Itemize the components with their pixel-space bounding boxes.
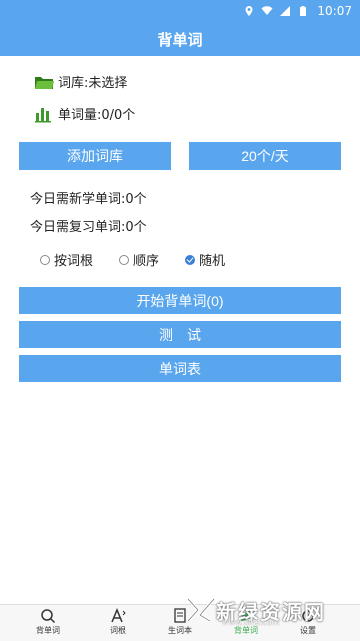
nav-item-roots[interactable]: 词根 <box>88 607 148 636</box>
status-icons: 10:07 <box>243 4 352 18</box>
words-per-day-button[interactable]: 20个/天 <box>189 142 341 170</box>
radio-indicator <box>185 254 196 265</box>
wordbook-row[interactable]: 词库:未选择 <box>34 72 127 91</box>
start-learning-button[interactable]: 开始背单词(0) <box>19 287 341 314</box>
watermark-logo-icon <box>186 597 216 623</box>
search-icon <box>41 609 56 624</box>
site-watermark: 新绿资源网 www.xihs.com <box>186 590 356 630</box>
signal-icon <box>280 6 291 16</box>
status-bar: 10:07 <box>0 0 360 24</box>
nav-item-memorize[interactable]: 背单词 <box>18 607 78 636</box>
radio-label: 顺序 <box>133 254 160 269</box>
radio-label: 按词根 <box>54 254 94 269</box>
add-library-button[interactable]: 添加词库 <box>19 142 171 170</box>
order-options: 按词根 顺序 随机 <box>40 250 251 269</box>
radio-by-root[interactable]: 按词根 <box>40 250 93 269</box>
test-button[interactable]: 测 试 <box>19 321 341 348</box>
watermark-url: www.xihs.com <box>222 618 280 627</box>
location-icon <box>245 6 253 16</box>
bar-chart-icon <box>35 107 51 122</box>
battery-icon <box>300 6 307 16</box>
radio-indicator <box>119 254 130 265</box>
word-list-button[interactable]: 单词表 <box>19 355 341 382</box>
radio-sequential[interactable]: 顺序 <box>119 250 159 269</box>
folder-icon <box>35 76 54 89</box>
radio-label: 随机 <box>199 254 226 269</box>
nav-label: 背单词 <box>36 626 60 635</box>
word-count-row: 单词量:0/0个 <box>34 104 135 123</box>
new-words-today: 今日需新学单词:0个 <box>30 192 147 207</box>
wordbook-label: 词库:未选择 <box>58 76 128 91</box>
nav-label: 词根 <box>110 626 126 635</box>
review-words-today: 今日需复习单词:0个 <box>30 220 147 235</box>
radio-indicator <box>40 254 50 265</box>
radio-random[interactable]: 随机 <box>185 250 225 269</box>
status-time: 10:07 <box>317 4 352 18</box>
word-count-label: 单词量:0/0个 <box>58 108 136 123</box>
wifi-icon <box>261 6 273 15</box>
font-icon <box>111 608 126 623</box>
app-title: 背单词 <box>0 24 360 56</box>
